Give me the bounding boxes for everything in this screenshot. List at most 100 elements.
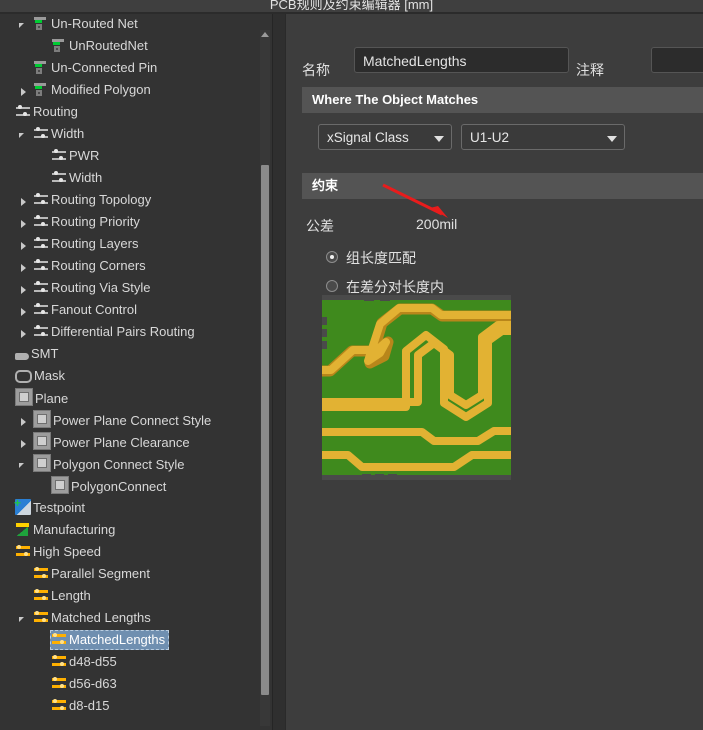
tree-item-content[interactable]: PolygonConnect [50,476,170,496]
tree-item-un-routed-net[interactable]: Un-Routed Net [0,14,260,36]
tree-item-d56-d63[interactable]: d56-d63 [0,674,260,696]
tree-item-content[interactable]: Manufacturing [14,520,119,540]
tree-item-routing-corners[interactable]: Routing Corners [0,256,260,278]
tree-item-content[interactable]: Differential Pairs Routing [32,322,199,342]
tree-item-content[interactable]: UnRoutedNet [50,36,152,56]
tree-item-content[interactable]: SMT [14,344,62,364]
scope-target-dropdown[interactable]: U1-U2 [461,124,625,150]
collapse-triangle-icon[interactable] [18,14,30,36]
expand-triangle-icon[interactable] [18,322,30,344]
tree-vertical-scrollbar[interactable] [260,30,270,726]
tolerance-value[interactable]: 200mil [416,216,457,232]
tree-item-label: MatchedLengths [69,632,166,647]
tree-item-plane[interactable]: Plane [0,388,260,410]
tree-item-content[interactable]: Routing Via Style [32,278,155,298]
tree-item-label: d8-d15 [69,698,110,713]
tree-item-unroutednet[interactable]: UnRoutedNet [0,36,260,58]
tree-item-testpoint[interactable]: Testpoint [0,493,260,520]
tree-item-fanout-control[interactable]: Fanout Control [0,300,260,322]
tree-item-content[interactable]: Routing Layers [32,234,142,254]
expand-triangle-icon[interactable] [18,432,30,454]
tree-item-content[interactable]: High Speed [14,542,105,562]
tree-item-routing-priority[interactable]: Routing Priority [0,212,260,234]
expand-triangle-icon[interactable] [18,300,30,322]
tree-item-smt[interactable]: SMT [0,344,260,366]
collapse-triangle-icon[interactable] [18,454,30,476]
tree-item-mask[interactable]: Mask [0,366,260,388]
tolerance-label: 公差 [306,218,334,234]
tree-item-content[interactable]: Un-Connected Pin [32,58,161,78]
where-object-matches-header: Where The Object Matches [302,87,703,113]
tree-item-power-plane-connect-style[interactable]: Power Plane Connect Style [0,410,260,432]
chevron-down-icon [607,136,617,142]
mask-icon [15,370,32,383]
tree-item-matched-lengths[interactable]: Matched Lengths [0,608,260,630]
tree-item-content[interactable]: Plane [14,388,72,408]
tree-item-pwr[interactable]: PWR [0,146,260,168]
radio-label: 在差分对长度内 [346,279,444,295]
tree-item-label: PolygonConnect [71,479,167,494]
expand-triangle-icon[interactable] [18,234,30,256]
scroll-up-arrow-icon[interactable] [261,32,269,37]
name-input[interactable]: MatchedLengths [354,47,569,73]
tree-item-content[interactable]: Routing Corners [32,256,150,276]
collapse-triangle-icon[interactable] [18,608,30,630]
tree-item-polygon-connect-style[interactable]: Polygon Connect Style [0,454,260,476]
tree-item-content[interactable]: Width [32,124,88,144]
tree-item-content[interactable]: d48-d55 [50,652,121,672]
tree-item-content[interactable]: Testpoint [14,493,89,518]
tree-item-content[interactable]: Un-Routed Net [32,14,142,34]
tree-item-d48-d55[interactable]: d48-d55 [0,652,260,674]
tree-item-modified-polygon[interactable]: Modified Polygon [0,80,260,102]
scrollbar-thumb[interactable] [261,165,269,695]
tree-item-power-plane-clearance[interactable]: Power Plane Clearance [0,432,260,454]
tree-item-content[interactable]: Power Plane Clearance [32,432,194,452]
expand-triangle-icon[interactable] [18,256,30,278]
expand-triangle-icon[interactable] [18,410,30,432]
tree-item-content[interactable]: Polygon Connect Style [32,454,189,474]
tree-item-label: Modified Polygon [51,82,151,97]
tree-item-label: Routing Via Style [51,280,151,295]
tree-item-parallel-segment[interactable]: Parallel Segment [0,564,260,586]
tree-item-content[interactable]: PWR [50,146,103,166]
tree-item-label: SMT [31,346,59,361]
tree-item-content[interactable]: Parallel Segment [32,564,154,584]
collapse-triangle-icon[interactable] [18,124,30,146]
tree-item-content[interactable]: d56-d63 [50,674,121,694]
tree-item-d8-d15[interactable]: d8-d15 [0,696,260,718]
expand-triangle-icon[interactable] [18,278,30,300]
scope-kind-dropdown[interactable]: xSignal Class [318,124,452,150]
expand-triangle-icon[interactable] [18,212,30,234]
tree-item-width[interactable]: Width [0,168,260,190]
tree-item-content[interactable]: MatchedLengths [50,630,170,650]
tree-item-content[interactable]: Modified Polygon [32,80,155,100]
tree-item-content[interactable]: Routing [14,102,82,122]
rules-tree[interactable]: Un-Routed Net UnRoutedNet Un-Connected Pin… [0,14,260,718]
tree-item-routing-topology[interactable]: Routing Topology [0,190,260,212]
tree-item-length[interactable]: Length [0,586,260,608]
expand-triangle-icon[interactable] [18,190,30,212]
tree-item-content[interactable]: d8-d15 [50,696,113,716]
tree-item-high-speed[interactable]: High Speed [0,542,260,564]
comment-input[interactable] [651,47,703,73]
tree-item-routing[interactable]: Routing [0,102,260,124]
tree-item-content[interactable]: Mask [14,366,69,386]
tree-item-un-connected-pin[interactable]: Un-Connected Pin [0,58,260,80]
tree-item-content[interactable]: Matched Lengths [32,608,155,628]
tree-item-content[interactable]: Width [50,168,106,188]
tree-item-content[interactable]: Power Plane Connect Style [32,410,215,430]
tree-item-differential-pairs-routing[interactable]: Differential Pairs Routing [0,322,260,344]
expand-triangle-icon[interactable] [18,80,30,102]
tree-item-matchedlengths[interactable]: MatchedLengths [0,630,260,652]
tree-item-content[interactable]: Fanout Control [32,300,141,320]
tree-item-content[interactable]: Routing Topology [32,190,155,210]
chevron-down-icon [434,136,444,142]
tree-item-manufacturing[interactable]: Manufacturing [0,520,260,542]
tree-item-polygonconnect[interactable]: PolygonConnect [0,476,260,498]
tree-item-routing-layers[interactable]: Routing Layers [0,234,260,256]
tree-item-content[interactable]: Length [32,586,95,606]
tree-item-routing-via-style[interactable]: Routing Via Style [0,278,260,300]
rules-tree-panel[interactable]: Un-Routed Net UnRoutedNet Un-Connected Pin… [0,14,273,730]
tree-item-width[interactable]: Width [0,124,260,146]
tree-item-content[interactable]: Routing Priority [32,212,144,232]
